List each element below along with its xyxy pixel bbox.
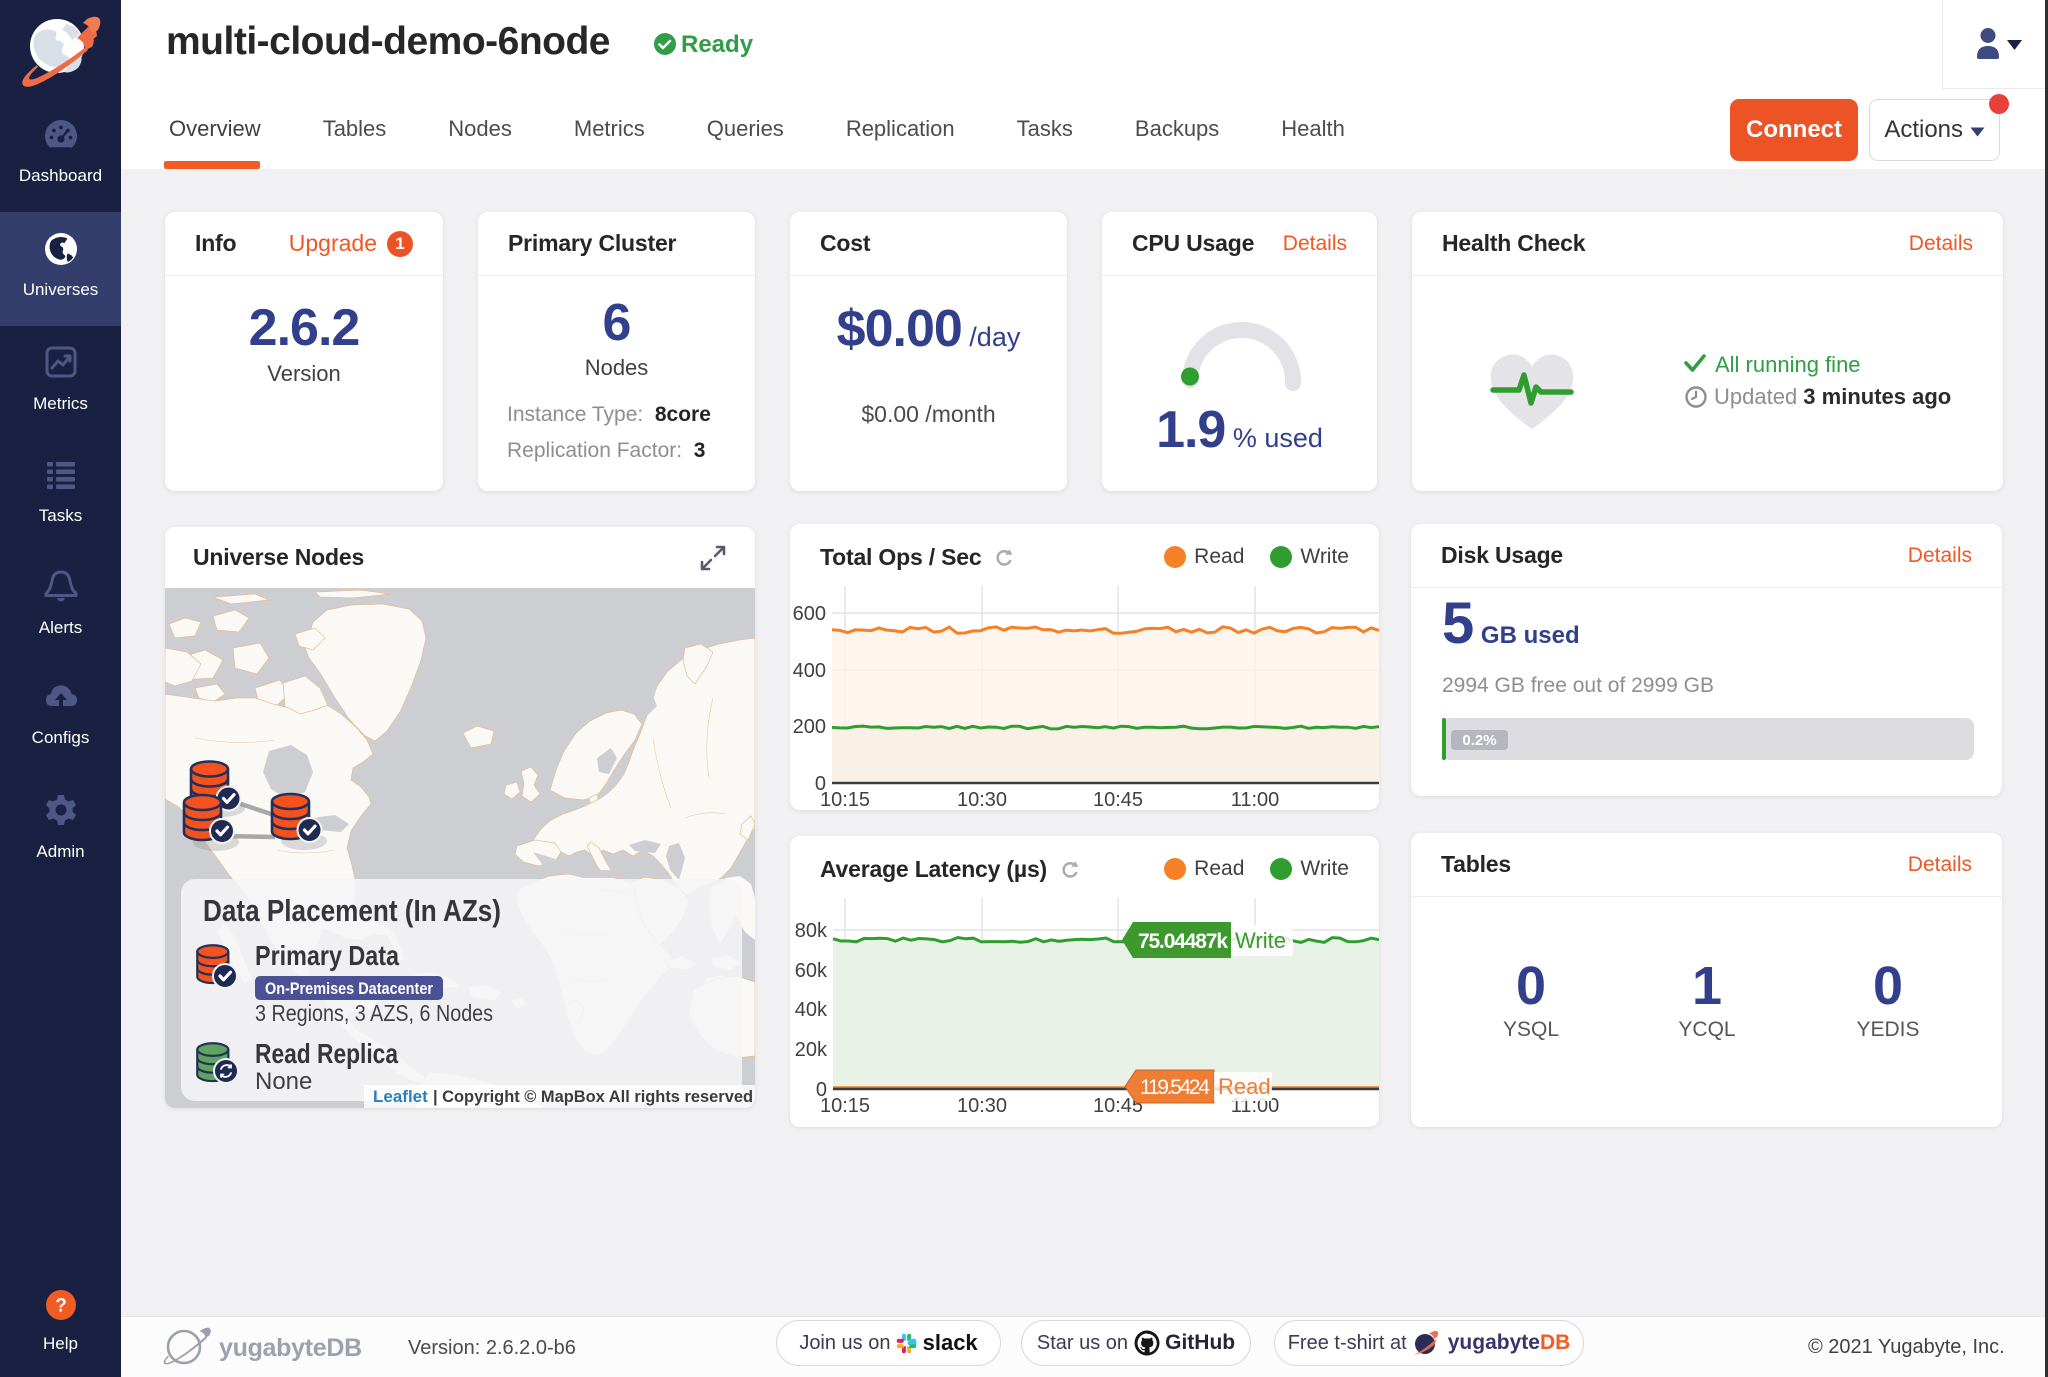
svg-text:10:15: 10:15 xyxy=(820,1095,870,1117)
svg-text:40k: 40k xyxy=(795,999,828,1021)
svg-text:400: 400 xyxy=(793,660,826,682)
svg-text:Leaflet: Leaflet xyxy=(373,1087,428,1106)
svg-text:?: ? xyxy=(55,1296,67,1317)
svg-text:60k: 60k xyxy=(795,960,828,982)
svg-text:75.04487k: 75.04487k xyxy=(1138,930,1228,953)
svg-text:200: 200 xyxy=(793,716,826,738)
svg-text:10:15: 10:15 xyxy=(820,789,870,810)
svg-text:600: 600 xyxy=(793,603,826,625)
svg-text:None: None xyxy=(255,1068,312,1095)
svg-text:3 Regions, 3 AZS, 6 Nodes: 3 Regions, 3 AZS, 6 Nodes xyxy=(255,1000,493,1026)
svg-text:Read Replica: Read Replica xyxy=(255,1038,398,1069)
svg-text:Read: Read xyxy=(1218,1074,1271,1099)
svg-text:Write: Write xyxy=(1235,928,1286,953)
svg-text:10:30: 10:30 xyxy=(957,789,1007,810)
svg-text:11:00: 11:00 xyxy=(1231,789,1280,810)
svg-text:80k: 80k xyxy=(795,920,828,942)
svg-text:10:30: 10:30 xyxy=(957,1095,1007,1117)
svg-text:| Copyright © MapBox All right: | Copyright © MapBox All rights reserved xyxy=(433,1087,753,1106)
svg-text:20k: 20k xyxy=(795,1039,828,1061)
svg-text:On-Premises Datacenter: On-Premises Datacenter xyxy=(265,979,433,998)
svg-text:10:45: 10:45 xyxy=(1093,789,1143,810)
svg-text:119.5424: 119.5424 xyxy=(1140,1076,1210,1099)
svg-text:Data Placement (In AZs): Data Placement (In AZs) xyxy=(203,893,501,928)
svg-text:Primary Data: Primary Data xyxy=(255,940,399,971)
